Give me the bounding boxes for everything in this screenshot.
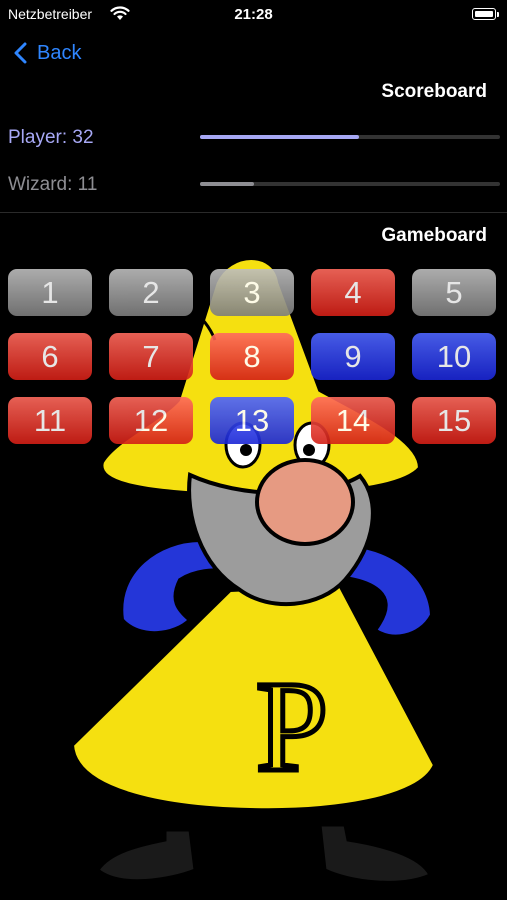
- wizard-progress-fill: [200, 182, 254, 186]
- tile-8[interactable]: 8: [210, 333, 294, 380]
- tile-15[interactable]: 15: [412, 397, 496, 444]
- tile-2[interactable]: 2: [109, 269, 193, 316]
- section-divider: [0, 212, 507, 213]
- wizard-score-label: Wizard: 11: [8, 174, 98, 195]
- battery-cap: [497, 12, 499, 17]
- tile-4[interactable]: 4: [311, 269, 395, 316]
- mascot-letter: P: [256, 655, 328, 799]
- back-button[interactable]: Back: [14, 38, 81, 68]
- tile-12[interactable]: 12: [109, 397, 193, 444]
- status-bar: Netzbetreiber 21:28: [0, 0, 507, 30]
- battery-icon: [472, 8, 496, 20]
- tile-11[interactable]: 11: [8, 397, 92, 444]
- tile-13[interactable]: 13: [210, 397, 294, 444]
- player-progress-bar: [200, 135, 500, 139]
- chevron-left-icon: [14, 42, 27, 64]
- wizard-progress-bar: [200, 182, 500, 186]
- scoreboard-title: Scoreboard: [381, 81, 487, 102]
- gameboard-grid: 1 2 3 4 5 6 7 8 9 10 11 12 13 14 15: [8, 269, 499, 444]
- player-progress-fill: [200, 135, 359, 139]
- tile-5[interactable]: 5: [412, 269, 496, 316]
- tile-6[interactable]: 6: [8, 333, 92, 380]
- tile-1[interactable]: 1: [8, 269, 92, 316]
- clock: 21:28: [234, 6, 273, 23]
- tile-10[interactable]: 10: [412, 333, 496, 380]
- tile-9[interactable]: 9: [311, 333, 395, 380]
- player-score-label: Player: 32: [8, 127, 94, 148]
- tile-3[interactable]: 3: [210, 269, 294, 316]
- back-label: Back: [37, 41, 82, 64]
- tile-7[interactable]: 7: [109, 333, 193, 380]
- tile-14[interactable]: 14: [311, 397, 395, 444]
